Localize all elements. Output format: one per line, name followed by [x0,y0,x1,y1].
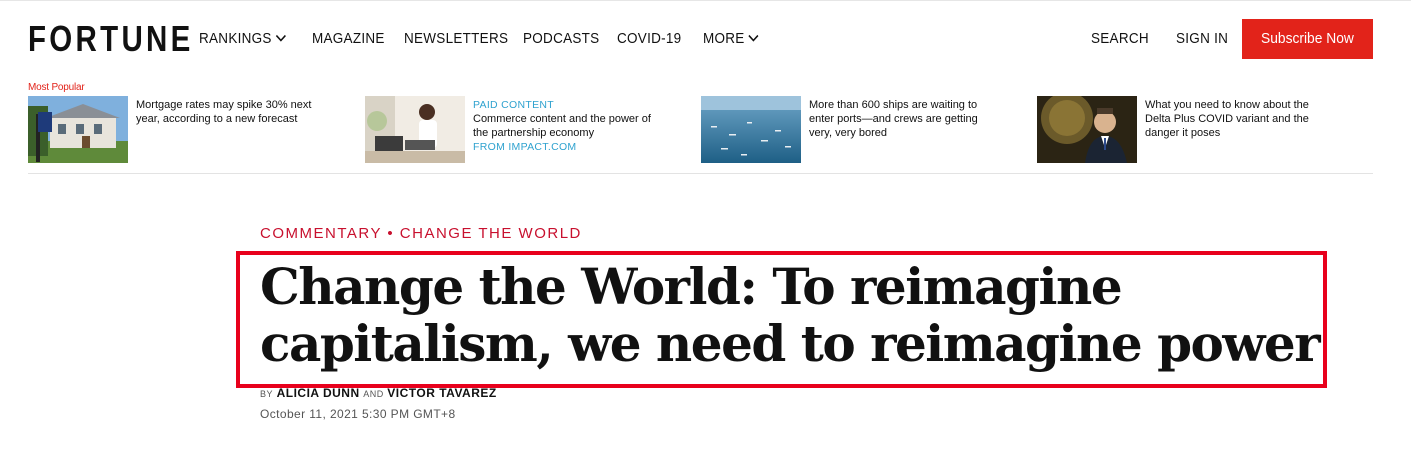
article-headline: Change the World: To reimagine capitalis… [260,257,1321,373]
nav-more-label: MORE [703,30,745,47]
publish-date: October 11, 2021 5:30 PM GMT+8 [260,407,456,421]
ships-thumbnail[interactable] [701,96,801,163]
search-link[interactable]: SEARCH [1091,28,1149,50]
article-eyebrow: COMMENTARY • CHANGE THE WORLD [260,225,582,242]
nav-rankings-label: RANKINGS [199,30,272,47]
popular-card-text[interactable]: More than 600 ships are waiting to enter… [809,98,989,140]
fda-official-thumbnail[interactable] [1037,96,1137,163]
nav-rankings[interactable]: RANKINGS [199,28,287,50]
chevron-down-icon [275,34,286,42]
byline-by: BY [260,389,274,399]
category-link[interactable]: COMMENTARY [260,225,382,242]
chevron-down-icon [748,34,759,42]
author-link-1[interactable]: ALICIA DUNN [277,386,360,400]
subcategory-link[interactable]: CHANGE THE WORLD [400,225,582,242]
most-popular-label: Most Popular [28,82,85,93]
woman-laptop-thumbnail[interactable] [365,96,465,163]
paid-content-source[interactable]: FROM IMPACT.COM [473,140,653,154]
nav-newsletters[interactable]: NEWSLETTERS [404,28,508,50]
nav-magazine[interactable]: MAGAZINE [312,28,385,50]
popular-card-text[interactable]: What you need to know about the Delta Pl… [1145,98,1325,140]
nav-podcasts[interactable]: PODCASTS [523,28,599,50]
paid-content-label: PAID CONTENT [473,99,554,111]
house-thumbnail[interactable] [28,96,128,163]
paid-content-text[interactable]: Commerce content and the power of the pa… [473,113,651,139]
byline: BY ALICIA DUNN AND VICTOR TAVAREZ [260,386,497,400]
sign-in-link[interactable]: SIGN IN [1176,28,1228,50]
top-border [0,0,1411,1]
popular-card-text[interactable]: Mortgage rates may spike 30% next year, … [136,98,316,126]
subscribe-button[interactable]: Subscribe Now [1242,19,1373,59]
subscribe-label: Subscribe Now [1261,30,1354,47]
nav-covid[interactable]: COVID-19 [617,28,681,50]
eyebrow-separator: • [387,225,395,242]
nav-more[interactable]: MORE [703,28,760,50]
byline-and: AND [363,389,384,399]
fortune-logo[interactable]: FORTUNE [28,19,194,59]
author-link-2[interactable]: VICTOR TAVAREZ [387,386,496,400]
section-divider [28,173,1373,174]
popular-card-text[interactable]: PAID CONTENT Commerce content and the po… [473,98,653,154]
